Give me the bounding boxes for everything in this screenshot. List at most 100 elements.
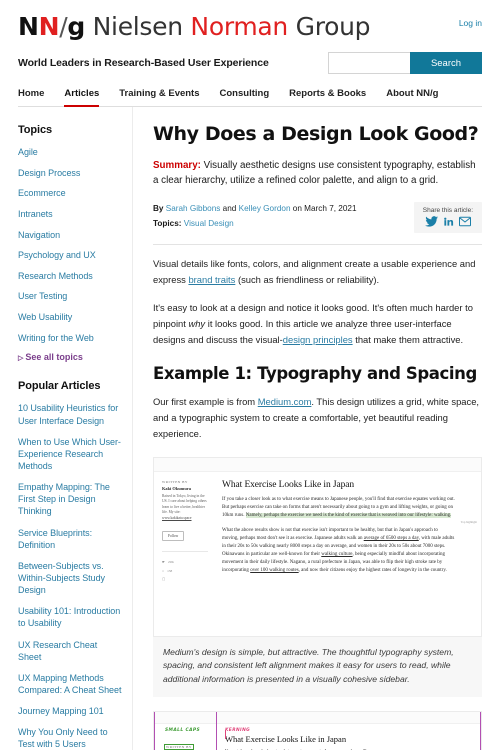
share-icons bbox=[423, 216, 473, 227]
popular-article-3[interactable]: Empathy Mapping: The First Step in Desig… bbox=[18, 481, 122, 517]
byline-and-label: and bbox=[222, 204, 237, 214]
author-link-2[interactable]: Kelley Gordon bbox=[239, 204, 291, 213]
sidebar-item-psychology-and-ux[interactable]: Psychology and UX bbox=[18, 249, 122, 261]
popular-article-2[interactable]: When to Use Which User-Experience Resear… bbox=[18, 436, 122, 472]
mock-p2-link-2[interactable]: walking culture bbox=[321, 552, 352, 557]
mock2-article-heading: What Exercise Looks Like in Japan bbox=[225, 734, 347, 745]
nav-item-about[interactable]: About NN/g bbox=[386, 88, 438, 106]
link-design-principles[interactable]: design principles bbox=[283, 334, 353, 345]
article-content: Why Does a Design Look Good? Summary: Vi… bbox=[133, 107, 500, 750]
popular-article-1[interactable]: 10 Usability Heuristics for User Interfa… bbox=[18, 402, 122, 426]
article-summary: Summary: Visually aesthetic designs use … bbox=[153, 158, 482, 188]
site-logo[interactable]: NN/g Nielsen Norman Group bbox=[18, 14, 482, 39]
mock-paragraph-1: If you take a closer look as to what exe… bbox=[222, 496, 455, 520]
popular-article-8[interactable]: UX Mapping Methods Compared: A Cheat She… bbox=[18, 672, 122, 696]
p1-text-b: (such as friendliness or reliability). bbox=[235, 274, 380, 286]
publish-date: March 7, 2021 bbox=[304, 204, 357, 214]
nav-item-reports-books[interactable]: Reports & Books bbox=[289, 88, 366, 106]
article-paragraph-2: It's easy to look at a design and notice… bbox=[153, 300, 482, 349]
author-link-1[interactable]: Sarah Gibbons bbox=[166, 204, 221, 213]
mock2-article-body: KERNING What Exercise Looks Like in Japa… bbox=[216, 712, 481, 750]
mock-sidebar: WRITTEN BY Kaki Okumura Raised in Tokyo,… bbox=[154, 458, 214, 636]
email-icon[interactable] bbox=[458, 216, 471, 227]
topic-link-visual-design[interactable]: Visual Design bbox=[184, 219, 234, 228]
p2-emphasis: why bbox=[188, 317, 206, 329]
mock-stats: ☛ 29K ○ 138 ▢ bbox=[162, 558, 208, 584]
search-input[interactable] bbox=[328, 52, 410, 74]
mock-p2-link-3[interactable]: over 100 walking routes bbox=[250, 568, 298, 573]
page-root: Log in NN/g Nielsen Norman Group World L… bbox=[0, 0, 500, 750]
popular-article-5[interactable]: Between-Subjects vs. Within-Subjects Stu… bbox=[18, 560, 122, 596]
annotation-small-caps: SMALL CAPS bbox=[165, 728, 201, 734]
page-body: Topics Agile Design Process Ecommerce In… bbox=[0, 107, 500, 750]
p2-text-c: that make them attractive. bbox=[352, 333, 464, 345]
figure-image: WRITTEN BY Kaki Okumura Raised in Tokyo,… bbox=[153, 456, 482, 637]
article-paragraph-1: Visual details like fonts, colors, and a… bbox=[153, 256, 482, 288]
byline-on-label: on bbox=[292, 204, 302, 214]
site-tagline: World Leaders in Research-Based User Exp… bbox=[18, 57, 269, 69]
section-heading-example-1: Example 1: Typography and Spacing bbox=[153, 364, 477, 384]
page-title: Why Does a Design Look Good? bbox=[153, 123, 479, 145]
kerning-marker bbox=[225, 730, 226, 740]
mock-comments-count: 138 bbox=[167, 568, 173, 573]
twitter-icon[interactable] bbox=[424, 216, 438, 227]
logo-n2: N bbox=[38, 12, 60, 41]
mock-top-highlight-note: Top highlight bbox=[460, 519, 477, 524]
mock-bio-text: Raised in Tokyo, living in the US. I car… bbox=[162, 493, 207, 515]
figure-annotated-screenshot: SMALL CAPS WRITTEN BY Kaki Okumura Raise… bbox=[153, 711, 482, 750]
summary-label: Summary: bbox=[153, 159, 201, 171]
mock-bookmark-row: ▢ bbox=[162, 577, 166, 582]
mock2-written-by-label: WRITTEN BY bbox=[164, 744, 194, 750]
mock-p1-highlight: Namely, perhaps the exercise we need is … bbox=[245, 512, 452, 518]
tagline-row: World Leaders in Research-Based User Exp… bbox=[18, 52, 482, 74]
popular-article-10[interactable]: Why You Only Need to Test with 5 Users bbox=[18, 726, 122, 750]
byline-topics-line: Topics: Visual Design bbox=[153, 217, 357, 231]
sidebar-item-web-usability[interactable]: Web Usability bbox=[18, 311, 122, 323]
login-link[interactable]: Log in bbox=[459, 18, 482, 28]
linkedin-icon[interactable] bbox=[443, 216, 454, 227]
logo-word-group: Group bbox=[295, 12, 371, 41]
sidebar-item-intranets[interactable]: Intranets bbox=[18, 208, 122, 220]
triangle-right-icon: ▷ bbox=[18, 355, 24, 363]
nav-item-training-events[interactable]: Training & Events bbox=[119, 88, 199, 106]
site-header: Log in NN/g Nielsen Norman Group World L… bbox=[0, 0, 500, 107]
mock-p2-link-1[interactable]: average of 6500 steps a day bbox=[364, 536, 419, 541]
annotation-kerning: KERNING bbox=[225, 728, 251, 734]
sidebar: Topics Agile Design Process Ecommerce In… bbox=[18, 107, 133, 750]
mock-author-name: Kaki Okumura bbox=[162, 485, 191, 491]
search-form: Search bbox=[328, 52, 482, 74]
sidebar-item-user-testing[interactable]: User Testing bbox=[18, 290, 122, 302]
byline-row: By Sarah Gibbons and Kelley Gordon on Ma… bbox=[153, 202, 482, 234]
mock-comments-row: ○ 138 bbox=[162, 567, 208, 576]
share-label: Share this article: bbox=[422, 207, 473, 215]
mock-bio-link[interactable]: www.kakikata.space bbox=[162, 516, 192, 520]
see-all-topics-link[interactable]: ▷ See all topics bbox=[18, 352, 122, 362]
link-brand-traits[interactable]: brand traits bbox=[188, 274, 235, 285]
mock-follow-button[interactable]: Follow bbox=[162, 531, 185, 542]
nav-item-articles[interactable]: Articles bbox=[64, 88, 99, 107]
content-divider bbox=[153, 244, 482, 246]
popular-article-6[interactable]: Usability 101: Introduction to Usability bbox=[18, 605, 122, 629]
sidebar-item-agile[interactable]: Agile bbox=[18, 146, 122, 158]
popular-article-7[interactable]: UX Research Cheat Sheet bbox=[18, 639, 122, 663]
nav-item-consulting[interactable]: Consulting bbox=[220, 88, 270, 106]
mock-divider bbox=[162, 551, 208, 553]
sidebar-item-writing-for-the-web[interactable]: Writing for the Web bbox=[18, 332, 122, 344]
byline-by-label: By bbox=[153, 204, 164, 214]
mock-p2-d: , and now their citizens enjoy the highe… bbox=[298, 568, 447, 574]
s1-text-a: Our first example is from bbox=[153, 396, 258, 408]
share-box: Share this article: bbox=[413, 202, 482, 234]
main-navigation: Home Articles Training & Events Consulti… bbox=[18, 88, 482, 107]
logo-word-norman: Norman bbox=[190, 12, 288, 41]
nav-item-home[interactable]: Home bbox=[18, 88, 44, 106]
search-button[interactable]: Search bbox=[410, 52, 482, 74]
sidebar-item-ecommerce[interactable]: Ecommerce bbox=[18, 187, 122, 199]
sidebar-item-research-methods[interactable]: Research Methods bbox=[18, 270, 122, 282]
popular-article-9[interactable]: Journey Mapping 101 bbox=[18, 705, 122, 717]
sidebar-heading-topics: Topics bbox=[18, 124, 53, 136]
sidebar-item-design-process[interactable]: Design Process bbox=[18, 167, 122, 179]
link-medium-com[interactable]: Medium.com bbox=[258, 396, 312, 407]
popular-article-4[interactable]: Service Blueprints: Definition bbox=[18, 527, 122, 551]
sidebar-item-navigation[interactable]: Navigation bbox=[18, 229, 122, 241]
summary-text: Visually aesthetic designs use consisten… bbox=[153, 159, 476, 187]
